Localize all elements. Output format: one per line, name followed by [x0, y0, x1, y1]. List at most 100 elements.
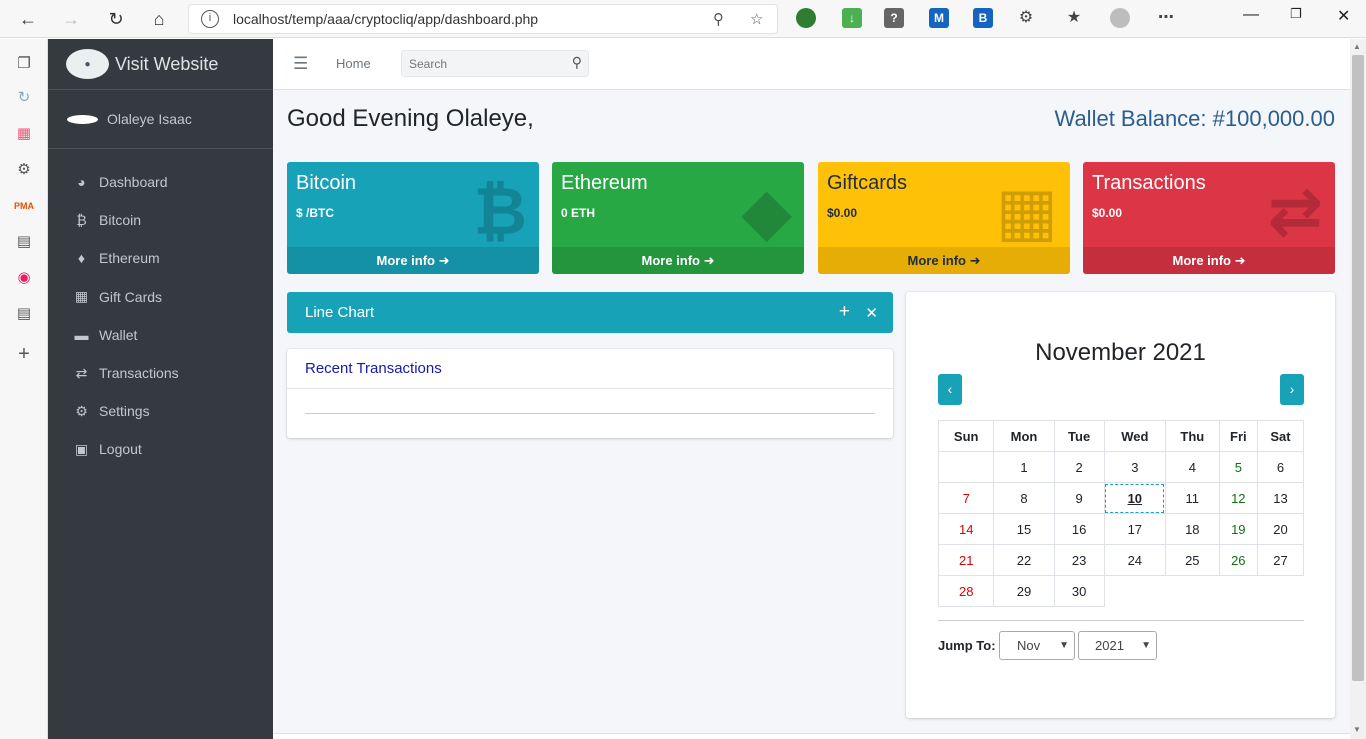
sidebar-item-bitcoin[interactable]: ₿ Bitcoin: [48, 201, 273, 239]
url-text[interactable]: localhost/temp/aaa/cryptocliq/app/dashbo…: [233, 11, 538, 27]
address-bar[interactable]: i localhost/temp/aaa/cryptocliq/app/dash…: [188, 4, 778, 34]
sidebar-item-settings[interactable]: ⚙ Settings: [48, 392, 273, 430]
more-menu-icon[interactable]: ⋯: [1156, 8, 1176, 28]
sidebar-item-dashboard[interactable]: ◕ Dashboard: [48, 163, 273, 201]
info-icon[interactable]: i: [201, 10, 219, 28]
calendar-day[interactable]: 8: [993, 482, 1055, 514]
minimize-icon[interactable]: —: [1243, 6, 1259, 24]
prev-month-button[interactable]: ‹: [938, 374, 962, 405]
month-select[interactable]: Nov ▼: [999, 631, 1075, 660]
calendar-day[interactable]: 15: [993, 513, 1055, 545]
card-title[interactable]: Recent Transactions: [305, 360, 442, 377]
close-icon[interactable]: ✕: [1337, 6, 1350, 26]
scroll-up-icon[interactable]: ▲: [1353, 42, 1361, 51]
sidebar-item-ethereum[interactable]: ♦ Ethereum: [48, 239, 273, 277]
favorites-icon[interactable]: ★: [1064, 8, 1084, 28]
add-icon[interactable]: +: [14, 344, 34, 364]
calendar-day[interactable]: 13: [1256, 482, 1305, 514]
calendar-day[interactable]: 18: [1164, 513, 1220, 545]
calendar-day[interactable]: 28: [937, 575, 995, 607]
close-card-icon[interactable]: ✕: [865, 304, 878, 322]
calendar-day[interactable]: 3: [1103, 451, 1166, 483]
calendar-day[interactable]: 16: [1053, 513, 1105, 545]
scrollbar-thumb[interactable]: [1352, 55, 1364, 681]
tabs-icon[interactable]: ❐: [14, 54, 34, 74]
more-info-link[interactable]: More info ➜: [552, 247, 804, 274]
profile-avatar[interactable]: [1110, 8, 1130, 28]
calendar-day[interactable]: 21: [937, 544, 995, 576]
sidebar-item-wallet[interactable]: ▬ Wallet: [48, 316, 273, 354]
search-icon[interactable]: ⚲: [572, 54, 582, 71]
add-favorite-icon[interactable]: ☆: [750, 10, 763, 28]
sidebar-item-label: Bitcoin: [99, 212, 142, 229]
calendar-day[interactable]: 23: [1053, 544, 1105, 576]
year-select[interactable]: 2021 ▼: [1078, 631, 1157, 660]
calendar-day[interactable]: 4: [1164, 451, 1220, 483]
next-month-button[interactable]: ›: [1280, 374, 1304, 405]
m-extension-icon[interactable]: M: [929, 8, 949, 28]
more-info-link[interactable]: More info ➜: [1083, 247, 1335, 274]
calendar-day[interactable]: 17: [1103, 513, 1166, 545]
calendar-day[interactable]: 29: [993, 575, 1055, 607]
calendar-day[interactable]: 25: [1164, 544, 1220, 576]
settings-icon[interactable]: ⚙: [14, 160, 34, 180]
calendar-day[interactable]: 1: [993, 451, 1055, 483]
calendar-day[interactable]: 2: [1053, 451, 1105, 483]
document-icon[interactable]: ▤: [14, 232, 34, 252]
calendar-day[interactable]: 24: [1103, 544, 1166, 576]
scrollbar[interactable]: ▲ ▼: [1350, 39, 1366, 739]
brand-link[interactable]: ● Visit Website: [48, 39, 273, 90]
day-header: Tue: [1053, 420, 1105, 452]
file-icon[interactable]: ▤: [14, 304, 34, 324]
app-icon[interactable]: ◉: [14, 268, 34, 288]
pdf-icon[interactable]: ▦: [14, 124, 34, 144]
chevron-down-icon: ▼: [1141, 640, 1151, 651]
extension-icon[interactable]: [796, 8, 816, 28]
calendar-day[interactable]: 26: [1218, 544, 1258, 576]
calendar-day[interactable]: 9: [1053, 482, 1105, 514]
more-info-link[interactable]: More info ➜: [818, 247, 1070, 274]
sidebar-item-gift-cards[interactable]: ▦ Gift Cards: [48, 278, 273, 316]
calendar-day[interactable]: 14: [937, 513, 995, 545]
brand-text[interactable]: Visit Website: [115, 54, 218, 75]
box-value: $0.00: [827, 206, 858, 220]
sidebar-item-logout[interactable]: ▣ Logout: [48, 430, 273, 468]
user-panel[interactable]: Olaleye Isaac: [48, 90, 273, 149]
calendar-day[interactable]: 30: [1053, 575, 1105, 607]
puzzle-icon[interactable]: ⚙: [1016, 8, 1036, 28]
help-extension-icon[interactable]: ?: [884, 8, 904, 28]
calendar-day[interactable]: 7: [937, 482, 995, 514]
sync-icon[interactable]: ↻: [14, 88, 34, 108]
maximize-icon[interactable]: ❐: [1290, 6, 1302, 22]
expand-icon[interactable]: +: [839, 301, 850, 323]
calendar-day[interactable]: 19: [1218, 513, 1258, 545]
sidebar-item-transactions[interactable]: ⇄ Transactions: [48, 354, 273, 392]
ethereum-icon: ◆: [741, 174, 792, 248]
calendar-day[interactable]: 27: [1256, 544, 1305, 576]
wallet-balance: Wallet Balance: #100,000.00: [1054, 106, 1336, 131]
forward-icon[interactable]: →: [59, 7, 83, 31]
box-title: Bitcoin: [296, 172, 357, 194]
menu-toggle-icon[interactable]: ☰: [293, 54, 308, 74]
calendar-day[interactable]: 22: [993, 544, 1055, 576]
calendar-day[interactable]: 6: [1256, 451, 1305, 483]
user-name[interactable]: Olaleye Isaac: [107, 111, 192, 127]
home-link[interactable]: Home: [336, 56, 371, 71]
zoom-icon[interactable]: ⚲: [713, 10, 724, 28]
search-input[interactable]: [402, 51, 552, 76]
calendar-day[interactable]: 12: [1218, 482, 1258, 514]
calendar-day[interactable]: 11: [1164, 482, 1220, 514]
month-select-value: Nov: [1017, 638, 1041, 653]
pma-icon[interactable]: PMA: [14, 196, 34, 216]
reload-icon[interactable]: ↻: [104, 7, 128, 31]
scroll-down-icon[interactable]: ▼: [1353, 725, 1361, 734]
calendar-day-today[interactable]: 10: [1103, 482, 1166, 514]
b-extension-icon[interactable]: B: [973, 8, 993, 28]
calendar-day[interactable]: 5: [1218, 451, 1258, 483]
more-info-link[interactable]: More info ➜: [287, 247, 539, 274]
back-icon[interactable]: ←: [16, 7, 40, 31]
avatar: [67, 114, 98, 124]
download-extension-icon[interactable]: ↓: [842, 8, 862, 28]
calendar-day[interactable]: 20: [1256, 513, 1305, 545]
home-icon[interactable]: ⌂: [147, 7, 171, 31]
